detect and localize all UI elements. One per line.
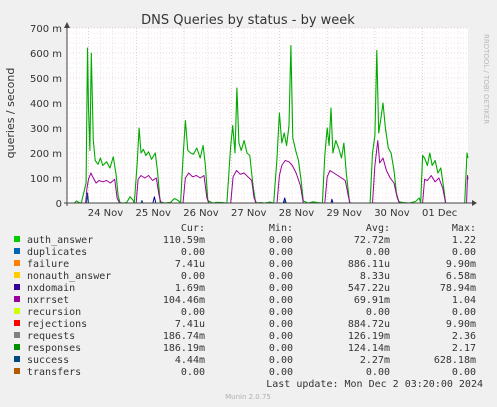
legend-name: nxdomain: [27, 283, 75, 294]
legend-value-min: 0.00: [269, 283, 293, 294]
legend-name: responses: [27, 343, 81, 354]
legend-value-max: 1.22: [452, 235, 476, 246]
legend-value-cur: 0.00: [181, 367, 205, 378]
legend-name: rejections: [27, 319, 87, 330]
x-tick-label: 24 Nov: [88, 208, 124, 219]
last-update: Last update: Mon Dec 2 03:20:00 2024: [266, 379, 483, 390]
legend-value-cur: 104.46m: [163, 295, 205, 306]
legend-value-cur: 1.69m: [175, 283, 205, 294]
legend-swatch-requests: [14, 332, 20, 338]
legend-value-min: 0.00: [269, 367, 293, 378]
legend-value-avg: 0.00: [366, 367, 390, 378]
legend-header: Cur:: [181, 223, 205, 234]
legend-value-avg: 547.22u: [348, 283, 390, 294]
y-tick-label: 300 m: [30, 124, 62, 135]
legend-swatch-nxdomain: [14, 284, 20, 290]
legend-value-min: 0.00: [269, 259, 293, 270]
legend-value-cur: 186.74m: [163, 331, 205, 342]
chart-title: DNS Queries by status - by week: [141, 13, 355, 28]
side-watermark: RRDTOOL / TOBI OETIKER: [482, 34, 490, 124]
y-tick-label: 0: [56, 199, 62, 210]
legend-value-min: 0.00: [269, 319, 293, 330]
legend-value-max: 0.00: [452, 247, 476, 258]
legend-swatch-responses: [14, 344, 20, 350]
legend-swatch-transfers: [14, 368, 20, 374]
x-tick-label: 28 Nov: [279, 208, 315, 219]
legend-value-max: 0.00: [452, 367, 476, 378]
y-tick-label: 200 m: [30, 149, 62, 160]
x-tick-label: 29 Nov: [326, 208, 362, 219]
legend-value-cur: 186.19m: [163, 343, 205, 354]
legend-value-min: 0.00: [269, 247, 293, 258]
legend-swatch-failure: [14, 260, 20, 266]
y-tick-label: 100 m: [30, 174, 62, 185]
legend-value-cur: 4.44m: [175, 355, 205, 366]
legend-value-max: 2.36: [452, 331, 476, 342]
legend-value-max: 9.90m: [446, 319, 476, 330]
x-tick-label: 25 Nov: [136, 208, 172, 219]
legend-name: failure: [27, 259, 69, 270]
x-tick-label: 30 Nov: [374, 208, 410, 219]
legend-swatch-success: [14, 356, 20, 362]
x-tick-label: 26 Nov: [183, 208, 219, 219]
legend-value-avg: 0.00: [366, 307, 390, 318]
y-tick-label: 500 m: [30, 74, 62, 85]
legend-value-min: 0.00: [269, 343, 293, 354]
legend-name: nxrrset: [27, 295, 69, 306]
dns-queries-chart: DNS Queries by status - by week queries …: [0, 0, 497, 407]
legend-swatch-rejections: [14, 320, 20, 326]
legend-name: auth_answer: [27, 235, 93, 246]
legend-name: recursion: [27, 307, 81, 318]
legend-value-max: 78.94m: [440, 283, 476, 294]
munin-version: Munin 2.0.75: [225, 393, 271, 401]
legend-name: duplicates: [27, 247, 87, 258]
legend-name: transfers: [27, 367, 81, 378]
legend-value-avg: 0.00: [366, 247, 390, 258]
legend-header: Min:: [269, 223, 293, 234]
x-tick-label: 27 Nov: [231, 208, 267, 219]
legend-swatch-nxrrset: [14, 296, 20, 302]
legend-value-cur: 7.41u: [175, 319, 205, 330]
y-tick-label: 600 m: [30, 49, 62, 60]
legend-value-max: 2.17: [452, 343, 476, 354]
legend-swatch-recursion: [14, 308, 20, 314]
legend-swatch-nonauth_answer: [14, 272, 20, 278]
legend-value-max: 6.58m: [446, 271, 476, 282]
legend-value-max: 628.18m: [434, 355, 476, 366]
legend-value-cur: 7.41u: [175, 259, 205, 270]
legend-swatch-auth_answer: [14, 236, 20, 242]
legend-value-avg: 69.91m: [354, 295, 390, 306]
legend-value-max: 9.90m: [446, 259, 476, 270]
legend-header: Avg:: [366, 223, 390, 234]
legend-value-avg: 886.11u: [348, 259, 390, 270]
legend-value-max: 0.00: [452, 307, 476, 318]
legend-value-avg: 2.27m: [360, 355, 390, 366]
legend-value-cur: 0.00: [181, 271, 205, 282]
legend-value-cur: 0.00: [181, 307, 205, 318]
legend-value-min: 0.00: [269, 331, 293, 342]
legend-name: success: [27, 355, 69, 366]
legend-value-min: 0.00: [269, 307, 293, 318]
legend-value-min: 0.00: [269, 271, 293, 282]
legend-name: requests: [27, 331, 75, 342]
legend-header: Max:: [452, 223, 476, 234]
x-tick-label: 01 Dec: [422, 208, 457, 219]
legend-value-cur: 0.00: [181, 247, 205, 258]
legend-name: nonauth_answer: [27, 271, 111, 282]
y-axis-label: queries / second: [4, 68, 17, 159]
legend-value-avg: 8.33u: [360, 271, 390, 282]
y-tick-label: 400 m: [30, 99, 62, 110]
legend-value-min: 0.00: [269, 295, 293, 306]
legend-value-min: 0.00: [269, 355, 293, 366]
legend-value-avg: 124.14m: [348, 343, 390, 354]
legend-value-max: 1.04: [452, 295, 476, 306]
legend-swatch-duplicates: [14, 248, 20, 254]
legend-value-cur: 110.59m: [163, 235, 205, 246]
legend-value-avg: 72.72m: [354, 235, 390, 246]
legend-value-avg: 884.72u: [348, 319, 390, 330]
legend-value-avg: 126.19m: [348, 331, 390, 342]
legend-value-min: 0.00: [269, 235, 293, 246]
y-tick-label: 700 m: [30, 24, 62, 35]
